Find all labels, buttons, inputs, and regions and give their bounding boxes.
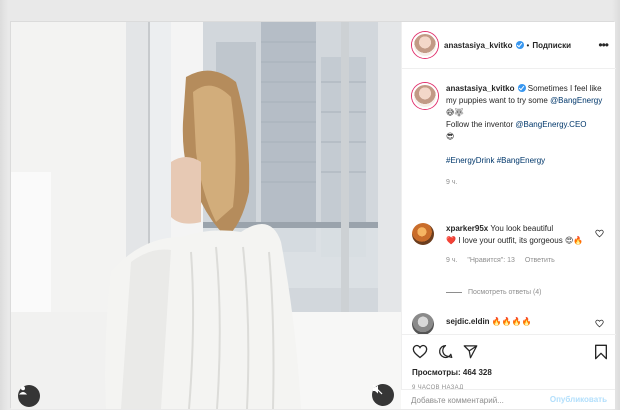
comment-emoji: 🔥🔥🔥🔥 — [491, 317, 532, 326]
like-comment-heart-icon[interactable] — [595, 319, 604, 328]
instagram-post: anastasiya_kvitko • Подписки ••• anastas… — [10, 21, 616, 409]
hashtags[interactable]: #EnergyDrink #BangEnergy — [446, 156, 545, 165]
comment-meta: 9 ч. "Нравится": 13 Ответить — [446, 255, 586, 267]
author-avatar[interactable] — [412, 32, 438, 58]
comment-input[interactable] — [411, 392, 561, 408]
comment-heart-emoji: ❤️ — [446, 236, 456, 245]
commenter-avatar[interactable] — [412, 223, 434, 245]
verified-badge-icon — [515, 41, 524, 49]
comment-text-2: I love your outfit, its gorgeous — [458, 236, 563, 245]
comment-time[interactable]: 9 ч. — [446, 257, 457, 264]
like-heart-icon[interactable] — [412, 344, 428, 359]
caption-avatar[interactable] — [412, 83, 438, 109]
save-bookmark-icon[interactable] — [594, 344, 608, 360]
caption: anastasiya_kvitko Sometimes I feel like … — [412, 83, 608, 189]
mention-link[interactable]: @BangEnergy.CEO — [515, 120, 586, 129]
views-label: Просмотры: — [412, 368, 461, 377]
following-button[interactable]: Подписки — [532, 41, 571, 50]
comments-list[interactable]: anastasiya_kvitko Sometimes I feel like … — [402, 69, 616, 334]
view-replies-button[interactable]: Посмотреть ответы (4) — [446, 289, 542, 296]
mention-link[interactable]: @BangEnergy — [550, 96, 602, 105]
more-options-icon[interactable]: ••• — [598, 38, 609, 52]
share-paper-plane-icon[interactable] — [463, 344, 478, 359]
comment-item: sejdic.eldin 🔥🔥🔥🔥 — [412, 313, 608, 334]
user-icon — [19, 386, 27, 395]
commenter-username[interactable]: xparker95x — [446, 224, 488, 233]
caption-emoji-2: 😎 — [446, 132, 455, 141]
comment-item: xparker95x You look beautiful ❤️ I love … — [412, 223, 608, 267]
post-side-panel: anastasiya_kvitko • Подписки ••• anastas… — [401, 22, 616, 409]
commenter-avatar[interactable] — [412, 313, 434, 334]
author-username[interactable]: anastasiya_kvitko — [444, 41, 513, 50]
verified-badge-icon — [517, 84, 526, 92]
header-separator: • — [526, 40, 530, 50]
caption-text-2: Follow the inventor — [446, 120, 514, 129]
views-number: 464 328 — [462, 368, 492, 377]
caption-time[interactable]: 9 ч. — [446, 177, 608, 189]
comment-bubble-icon[interactable] — [438, 344, 453, 359]
comment-likes[interactable]: "Нравится": 13 — [467, 257, 515, 264]
tagged-users-button[interactable] — [18, 385, 40, 407]
caption-text: anastasiya_kvitko Sometimes I feel like … — [446, 83, 608, 189]
comment-text: xparker95x You look beautiful ❤️ I love … — [446, 223, 586, 267]
speaker-muted-icon — [372, 384, 383, 395]
video-frame — [11, 22, 401, 409]
post-video[interactable] — [11, 22, 401, 409]
caption-emoji-1: 😅🐺 — [446, 108, 465, 117]
caption-username[interactable]: anastasiya_kvitko — [446, 84, 515, 93]
publish-button[interactable]: Опубликовать — [550, 395, 607, 404]
comment-text: sejdic.eldin 🔥🔥🔥🔥 — [446, 313, 586, 328]
commenter-username[interactable]: sejdic.eldin — [446, 317, 490, 326]
comment-emoji: 😍🔥 — [564, 236, 584, 245]
comment-text-1: You look beautiful — [490, 224, 554, 233]
mute-button[interactable] — [372, 384, 394, 406]
like-comment-heart-icon[interactable] — [595, 229, 604, 238]
comment-composer: Опубликовать — [401, 389, 615, 409]
action-icons — [412, 344, 478, 359]
views-count[interactable]: Просмотры: 464 328 — [412, 368, 492, 377]
post-header: anastasiya_kvitko • Подписки ••• — [402, 22, 616, 69]
reply-button[interactable]: Ответить — [525, 257, 555, 264]
